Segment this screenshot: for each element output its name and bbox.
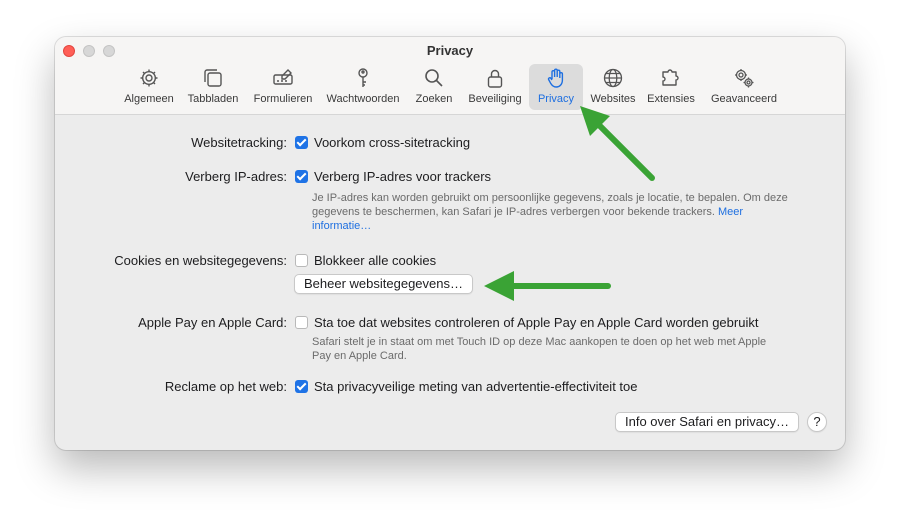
manage-website-data-button[interactable]: Beheer websitegegevens… <box>294 274 473 294</box>
ip-help-body: Je IP-adres kan worden gebruikt om perso… <box>312 192 788 218</box>
hide-ip-checkbox[interactable] <box>295 170 308 183</box>
applepay-label: Apple Pay en Apple Card: <box>138 315 287 330</box>
applepay-option: Sta toe dat websites controleren of Appl… <box>314 315 759 330</box>
puzzle-icon <box>660 67 682 89</box>
applepay-checkbox[interactable] <box>295 316 308 329</box>
lock-icon <box>484 67 506 89</box>
tracking-label: Websitetracking: <box>191 135 287 150</box>
tab-label: Geavanceerd <box>710 93 778 105</box>
preferences-window: Privacy Algemeen Tabbladen Formulieren W… <box>55 37 845 450</box>
gear-icon <box>138 67 160 89</box>
ip-label: Verberg IP-adres: <box>185 169 287 184</box>
info-safari-privacy-button[interactable]: Info over Safari en privacy… <box>615 412 800 432</box>
preferences-toolbar: Algemeen Tabbladen Formulieren Wachtwoor… <box>55 64 845 112</box>
tab-algemeen[interactable]: Algemeen <box>117 64 181 110</box>
ads-label: Reclame op het web: <box>164 379 287 394</box>
hand-icon <box>545 67 567 89</box>
tracking-checkbox[interactable] <box>295 136 308 149</box>
key-icon <box>352 67 374 89</box>
green-arrow-to-privacy-tab <box>580 106 655 181</box>
cookies-label: Cookies en websitegegevens: <box>114 253 287 268</box>
tab-label: Privacy <box>537 93 575 105</box>
hide-ip-option: Verberg IP-adres voor trackers <box>314 169 492 184</box>
tab-geavanceerd[interactable]: Geavanceerd <box>703 64 785 110</box>
applepay-help-text: Safari stelt je in staat om met Touch ID… <box>312 336 767 362</box>
block-cookies-checkbox[interactable] <box>295 254 308 267</box>
tab-beveiliging[interactable]: Beveiliging <box>462 64 528 110</box>
ad-measurement-checkbox[interactable] <box>295 380 308 393</box>
tab-label: Tabbladen <box>187 93 239 105</box>
tab-zoeken[interactable]: Zoeken <box>409 64 459 110</box>
green-arrow-to-manage-button <box>484 271 611 301</box>
tab-tabbladen[interactable]: Tabbladen <box>181 64 245 110</box>
ad-measurement-option: Sta privacyveilige meting van advertenti… <box>314 379 638 394</box>
globe-icon <box>602 67 624 89</box>
help-button[interactable]: ? <box>807 412 827 432</box>
tab-label: Zoeken <box>415 93 453 105</box>
gears-icon <box>733 67 755 89</box>
tab-wachtwoorden[interactable]: Wachtwoorden <box>322 64 404 110</box>
tab-label: Wachtwoorden <box>326 93 400 105</box>
privacy-pane: Websitetracking: Voorkom cross-sitetrack… <box>55 115 845 450</box>
tabs-icon <box>202 67 224 89</box>
block-cookies-option: Blokkeer alle cookies <box>314 253 437 268</box>
titlebar: Privacy Algemeen Tabbladen Formulieren W… <box>55 37 845 115</box>
tab-label: Formulieren <box>253 93 313 105</box>
tab-formulieren[interactable]: Formulieren <box>247 64 319 110</box>
tracking-option: Voorkom cross-sitetracking <box>314 135 471 150</box>
window-title: Privacy <box>426 43 474 58</box>
autofill-icon <box>272 67 294 89</box>
search-icon <box>423 67 445 89</box>
ip-help-text: Je IP-adres kan worden gebruikt om perso… <box>312 191 792 233</box>
tab-label: Beveiliging <box>468 93 522 105</box>
tab-label: Algemeen <box>124 93 174 105</box>
